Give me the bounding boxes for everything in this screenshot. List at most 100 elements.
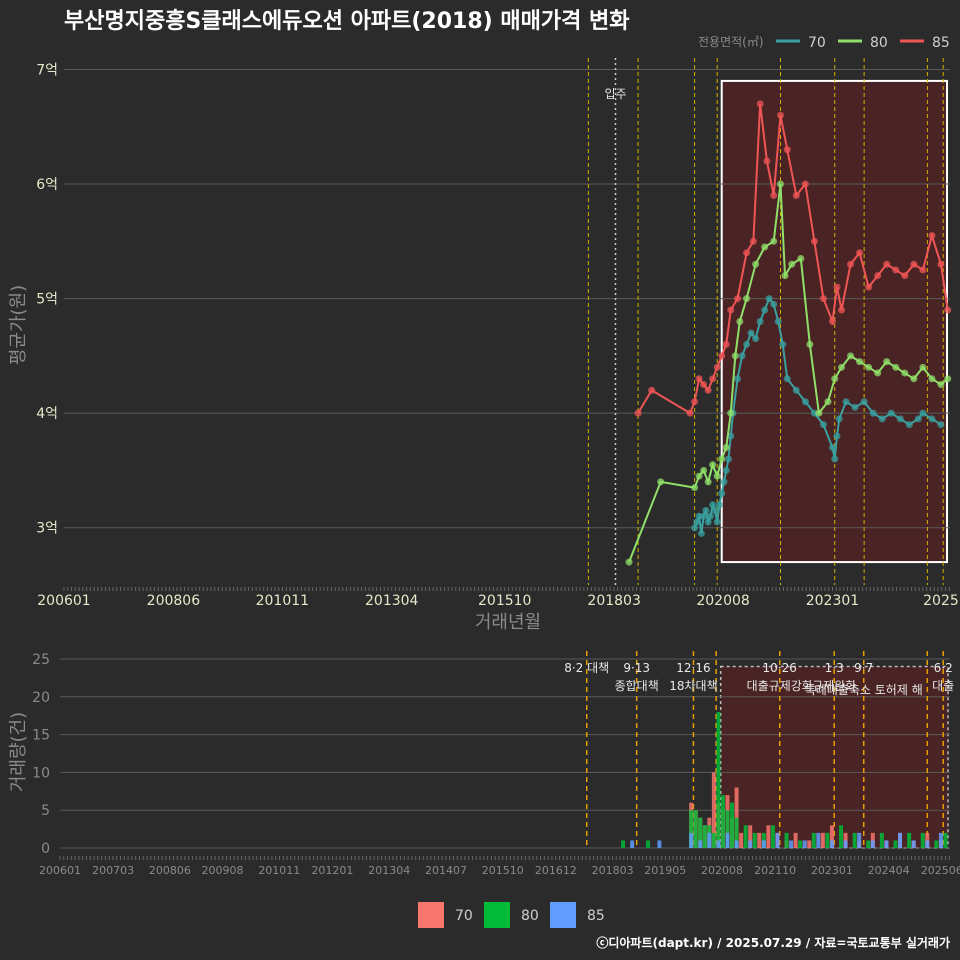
data-point-70 bbox=[697, 529, 705, 537]
volume-x-tick-label: 200806 bbox=[149, 864, 191, 877]
data-point-70 bbox=[765, 295, 773, 303]
data-point-80 bbox=[883, 358, 891, 366]
volume-bar-85 bbox=[789, 840, 794, 848]
policy-label-date: 9·7 bbox=[854, 661, 873, 675]
volume-bar-70 bbox=[793, 832, 798, 848]
volume-bar-80 bbox=[702, 825, 707, 848]
volume-x-tick-label: 202008 bbox=[701, 864, 743, 877]
data-point-85 bbox=[828, 318, 836, 325]
data-point-70 bbox=[783, 375, 791, 383]
data-point-80 bbox=[736, 318, 744, 325]
volume-bar-85 bbox=[761, 840, 766, 848]
volume-y-tick-label: 0 bbox=[41, 841, 50, 857]
volume-bar-80 bbox=[907, 832, 912, 848]
data-point-85 bbox=[919, 266, 927, 274]
data-point-85 bbox=[776, 111, 784, 119]
legend-bottom: 70 80 85 bbox=[418, 902, 605, 928]
policy-label-name: 18차대책 bbox=[669, 678, 717, 693]
data-point-70 bbox=[738, 352, 746, 360]
y-tick-label: 7억 bbox=[36, 62, 58, 78]
data-point-80 bbox=[944, 375, 952, 383]
data-point-85 bbox=[713, 363, 721, 371]
data-point-85 bbox=[847, 260, 855, 268]
legend-bottom-label-85: 85 bbox=[587, 908, 605, 924]
volume-bar-85 bbox=[925, 840, 930, 848]
data-point-70 bbox=[743, 340, 751, 348]
volume-bar-70 bbox=[766, 825, 771, 848]
y-tick-label: 3억 bbox=[36, 521, 58, 537]
data-point-80 bbox=[874, 369, 882, 377]
volume-bar-85 bbox=[938, 832, 943, 848]
data-point-70 bbox=[734, 375, 742, 383]
volume-bar-85 bbox=[802, 840, 807, 848]
data-point-70 bbox=[833, 432, 841, 440]
policy-label-date: 9·13 bbox=[623, 661, 650, 675]
data-point-85 bbox=[856, 249, 864, 257]
data-point-80 bbox=[788, 260, 796, 268]
data-point-85 bbox=[801, 180, 809, 188]
legend-swatch-85 bbox=[550, 902, 576, 928]
policy-label-name: 대출규제강화 bbox=[747, 679, 813, 693]
volume-bar-80 bbox=[943, 832, 948, 848]
data-point-80 bbox=[761, 243, 769, 251]
legend-title: 전용면적(㎡) bbox=[698, 35, 764, 49]
y-tick-label: 5억 bbox=[36, 292, 58, 308]
data-point-70 bbox=[914, 415, 922, 423]
data-point-70 bbox=[835, 415, 843, 423]
data-point-70 bbox=[842, 398, 850, 406]
data-point-80 bbox=[709, 461, 717, 469]
data-point-85 bbox=[722, 340, 730, 348]
data-point-70 bbox=[711, 507, 719, 515]
volume-bar-80 bbox=[646, 840, 651, 848]
volume-x-tick-label: 202506 bbox=[921, 864, 960, 877]
data-point-85 bbox=[792, 191, 800, 199]
x-tick-label: 200806 bbox=[147, 593, 201, 609]
data-point-70 bbox=[718, 489, 726, 497]
data-point-80 bbox=[727, 409, 735, 417]
data-point-80 bbox=[892, 363, 900, 371]
x-tick-label: 200601 bbox=[37, 593, 90, 609]
volume-y-axis-title: 거래량(건) bbox=[8, 712, 29, 792]
data-point-80 bbox=[731, 352, 739, 360]
volume-bar-85 bbox=[816, 832, 821, 848]
volume-bar-80 bbox=[743, 825, 748, 848]
data-point-85 bbox=[648, 386, 656, 394]
data-point-70 bbox=[720, 478, 728, 486]
data-point-80 bbox=[781, 272, 789, 280]
legend-label-85: 85 bbox=[932, 35, 950, 51]
y-tick-label: 6억 bbox=[36, 177, 58, 193]
volume-bar-80 bbox=[879, 832, 884, 848]
policy-label-date: 8·2 대책 bbox=[564, 660, 609, 675]
chart-canvas: 부산명지중흥S클래스에듀오션 아파트(2018) 매매가격 변화 전용면적(㎡)… bbox=[8, 9, 960, 950]
volume-bar-70 bbox=[820, 832, 825, 848]
volume-bar-85 bbox=[698, 840, 703, 848]
volume-y-tick-label: 25 bbox=[32, 652, 50, 668]
data-point-80 bbox=[700, 466, 708, 474]
data-point-70 bbox=[801, 398, 809, 406]
data-point-80 bbox=[910, 375, 918, 383]
data-point-80 bbox=[657, 478, 665, 486]
volume-bar-80 bbox=[770, 825, 775, 848]
volume-bar-85 bbox=[857, 832, 862, 848]
data-point-70 bbox=[878, 415, 886, 423]
volume-bar-80 bbox=[798, 840, 803, 848]
x-tick-label: 2025 bbox=[923, 593, 959, 609]
data-point-85 bbox=[783, 146, 791, 154]
data-point-70 bbox=[713, 518, 721, 526]
volume-bar-80 bbox=[866, 840, 871, 848]
data-point-70 bbox=[747, 329, 755, 337]
volume-bar-85 bbox=[734, 840, 739, 848]
data-point-85 bbox=[756, 100, 764, 108]
volume-chart: 0 5 10 15 20 25 8·2 대책 9·13 종합대책 12·16 18차대책 10·26 대… bbox=[32, 651, 960, 877]
volume-bar-85 bbox=[707, 832, 712, 848]
volume-bar-85 bbox=[716, 840, 721, 848]
x-tick-label: 201011 bbox=[256, 593, 309, 609]
volume-bar-80 bbox=[720, 795, 725, 848]
x-tick-label: 201510 bbox=[478, 593, 531, 609]
volume-x-tick-label: 201612 bbox=[535, 864, 577, 877]
data-point-85 bbox=[704, 386, 712, 394]
data-point-80 bbox=[865, 363, 873, 371]
chart-title: 부산명지중흥S클래스에듀오션 아파트(2018) 매매가격 변화 bbox=[64, 9, 629, 34]
data-point-70 bbox=[831, 455, 839, 463]
data-point-80 bbox=[625, 558, 633, 566]
